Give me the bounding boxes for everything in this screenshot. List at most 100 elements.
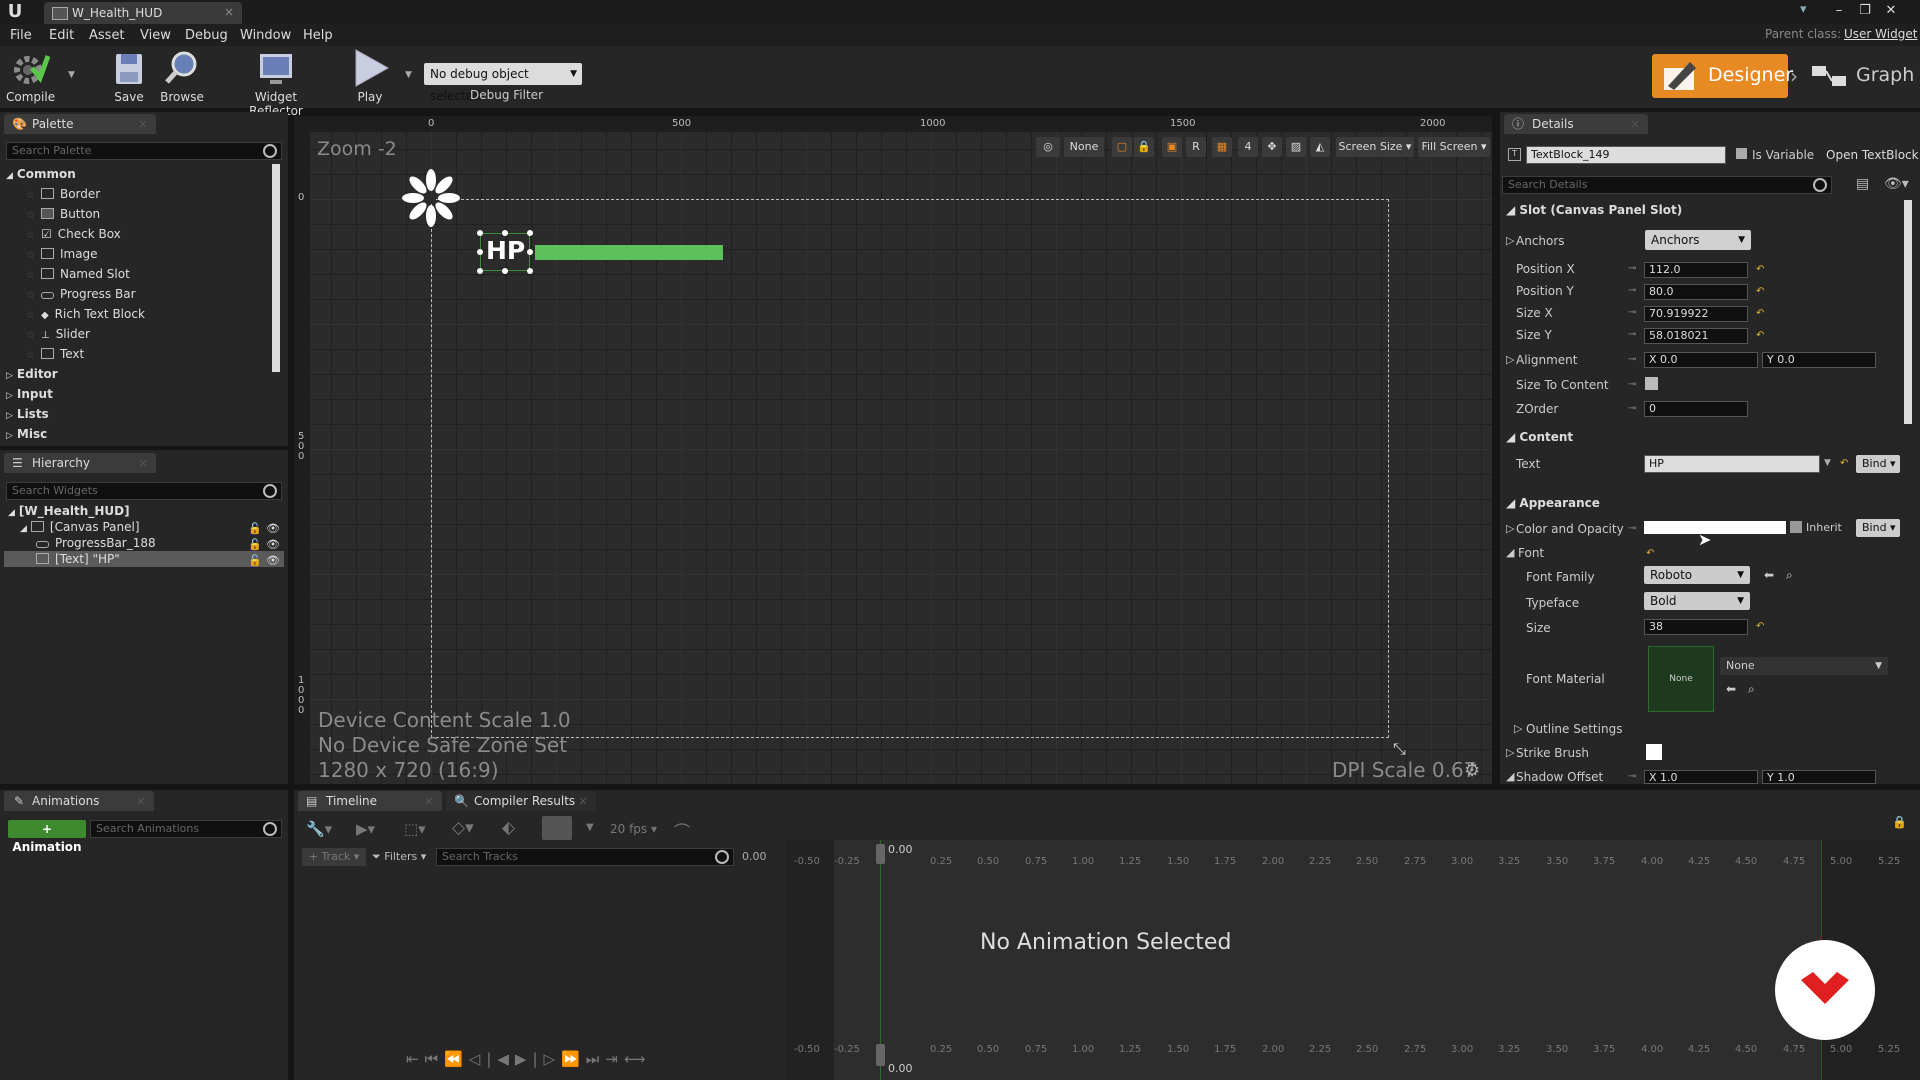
use-selected-arrow-icon[interactable]: ⬅ <box>1726 682 1736 696</box>
lock-toggle-icon[interactable]: 🔒 <box>1134 137 1154 157</box>
filters-dropdown[interactable]: ⏷ Filters ▾ <box>372 850 426 864</box>
fill-screen-dropdown[interactable]: Fill Screen ▾ <box>1418 137 1490 157</box>
compile-button[interactable]: Compile <box>6 48 55 104</box>
hierarchy-root[interactable]: ◢ [W_Health_HUD] <box>8 503 130 519</box>
snap-options-dropdown-icon[interactable]: ▼ <box>586 822 594 833</box>
is-variable-checkbox[interactable] <box>1736 148 1747 159</box>
outline-expand-icon[interactable]: ▷ <box>1514 722 1522 735</box>
resize-handle[interactable] <box>502 230 508 236</box>
reset-to-default-icon[interactable]: ↶ <box>1756 308 1764 319</box>
image-preview-icon[interactable]: ▨ <box>1286 137 1306 157</box>
browse-button[interactable]: Browse <box>158 48 206 104</box>
menu-file[interactable]: File <box>10 28 32 43</box>
lock-icon[interactable]: 🔓 <box>248 554 262 567</box>
size-to-content-checkbox[interactable] <box>1645 377 1658 390</box>
alignment-y-field[interactable]: Y 0.0 <box>1762 352 1876 368</box>
resize-handle[interactable] <box>477 268 483 274</box>
play-options-dropdown-icon[interactable]: ▼ <box>405 70 412 80</box>
grid-snap-icon[interactable]: ▦ <box>1212 137 1232 157</box>
palette-item-named-slot[interactable]: ☆ Named Slot <box>6 264 274 284</box>
debug-object-select[interactable]: No debug object selected ▼ <box>424 63 582 103</box>
strike-expand-icon[interactable]: ▷ <box>1506 746 1514 759</box>
star-icon[interactable]: ☆ <box>26 290 35 301</box>
world-space-icon[interactable]: ◎ <box>1036 137 1060 157</box>
color-swatch[interactable] <box>1644 521 1786 534</box>
star-icon[interactable]: ☆ <box>26 210 35 221</box>
search-details-input[interactable]: Search Details <box>1502 176 1832 194</box>
bind-link-icon[interactable]: ⊸ <box>1628 263 1636 274</box>
palette-category-common[interactable]: ◢ Common <box>6 164 274 184</box>
size-x-field[interactable]: 70.919922 <box>1644 306 1748 322</box>
font-material-dropdown[interactable]: None ▼ <box>1720 657 1888 675</box>
menu-asset[interactable]: Asset <box>89 28 125 43</box>
graph-mode-button[interactable]: Graph <box>1806 54 1920 98</box>
bind-link-icon[interactable]: ⊸ <box>1628 354 1636 365</box>
reset-to-default-icon[interactable]: ↶ <box>1840 458 1848 469</box>
star-icon[interactable]: ☆ <box>26 310 35 321</box>
notification-icon[interactable]: ▾ <box>1800 2 1807 17</box>
minimize-icon[interactable]: – <box>1828 2 1850 20</box>
jump-to-end-icon[interactable]: ⇥ <box>605 1050 624 1068</box>
animations-tab[interactable]: ✎ Animations × <box>4 791 154 811</box>
font-size-field[interactable]: 38 <box>1644 619 1748 635</box>
zorder-field[interactable]: 0 <box>1644 401 1748 417</box>
open-textblock-link[interactable]: Open TextBlock <box>1826 148 1919 162</box>
search-widgets-input[interactable]: Search Widgets <box>6 482 282 500</box>
slot-section-header[interactable]: ◢ Slot (Canvas Panel Slot) <box>1506 203 1682 217</box>
close-tab-icon[interactable]: × <box>224 5 234 19</box>
content-section-header[interactable]: ◢ Content <box>1506 430 1573 444</box>
play-button[interactable]: Play <box>348 48 392 104</box>
star-icon[interactable]: ☆ <box>26 230 35 241</box>
menu-edit[interactable]: Edit <box>49 28 74 43</box>
star-icon[interactable]: ☆ <box>26 250 35 261</box>
lock-timeline-icon[interactable]: 🔒 <box>1892 815 1907 829</box>
designer-mode-button[interactable]: Designer <box>1652 54 1793 98</box>
play-forward-icon[interactable]: ▶ <box>515 1050 533 1068</box>
palette-category-input[interactable]: ▷ Input <box>6 384 274 404</box>
menu-help[interactable]: Help <box>303 28 333 43</box>
shadow-expand-icon[interactable]: ◢ <box>1506 770 1514 783</box>
add-track-button[interactable]: + Track ▾ <box>302 848 366 866</box>
star-icon[interactable]: ☆ <box>26 270 35 281</box>
palette-scrollbar[interactable] <box>272 164 280 372</box>
respect-locks-icon[interactable]: ▣ <box>1162 137 1182 157</box>
resize-handle[interactable] <box>527 268 533 274</box>
step-back-icon[interactable]: ⏮ <box>425 1050 445 1068</box>
position-y-field[interactable]: 80.0 <box>1644 284 1748 300</box>
search-palette-input[interactable]: Search Palette <box>6 142 282 160</box>
tools-wrench-icon[interactable]: 🔧▾ <box>306 820 332 838</box>
select-options-icon[interactable]: ⬚▾ <box>404 820 426 838</box>
eye-icon[interactable]: 👁 <box>266 538 280 551</box>
close-tab-icon[interactable]: × <box>424 791 434 811</box>
anchor-flower-icon[interactable] <box>398 165 464 231</box>
hierarchy-tab[interactable]: ☰ Hierarchy × <box>4 453 156 473</box>
resize-canvas-handle-icon[interactable]: ⤡ <box>1393 739 1406 759</box>
mirror-icon[interactable]: ◭ <box>1310 137 1330 157</box>
color-expand-icon[interactable]: ▷ <box>1506 522 1514 535</box>
progress-bar-widget[interactable] <box>535 245 723 260</box>
close-tab-icon[interactable]: × <box>1630 114 1640 134</box>
close-window-icon[interactable]: ✕ <box>1880 2 1902 20</box>
details-scrollbar[interactable] <box>1904 200 1912 424</box>
close-tab-icon[interactable]: × <box>578 791 588 811</box>
browse-asset-magnifier-icon[interactable]: ⌕ <box>1748 682 1755 697</box>
property-matrix-icon[interactable]: ▤ <box>1856 176 1869 192</box>
snap-toggle-icon[interactable] <box>542 816 572 840</box>
font-family-dropdown[interactable]: Roboto ▼ <box>1644 566 1750 584</box>
document-tab[interactable]: W_Health_HUD × <box>44 2 242 24</box>
anchors-dropdown[interactable]: Anchors ▼ <box>1645 230 1751 250</box>
save-button[interactable]: Save <box>108 48 150 104</box>
close-tab-icon[interactable]: × <box>138 453 148 473</box>
resize-handle[interactable] <box>477 249 483 255</box>
locale-none-button[interactable]: None <box>1064 137 1104 157</box>
menu-window[interactable]: Window <box>240 28 291 43</box>
hierarchy-progress-bar[interactable]: ProgressBar_188 <box>36 535 156 551</box>
hp-text-widget-selected[interactable]: HP <box>477 230 533 274</box>
step-forward-icon[interactable]: ⏭ <box>586 1050 606 1068</box>
resize-handle[interactable] <box>502 268 508 274</box>
eye-icon[interactable]: 👁 <box>266 522 280 535</box>
bind-link-icon[interactable]: ⊸ <box>1628 285 1636 296</box>
palette-item-slider[interactable]: ☆ ⊥ Slider <box>6 324 274 344</box>
compile-options-dropdown-icon[interactable]: ▼ <box>68 70 75 80</box>
close-tab-icon[interactable]: × <box>138 114 148 134</box>
